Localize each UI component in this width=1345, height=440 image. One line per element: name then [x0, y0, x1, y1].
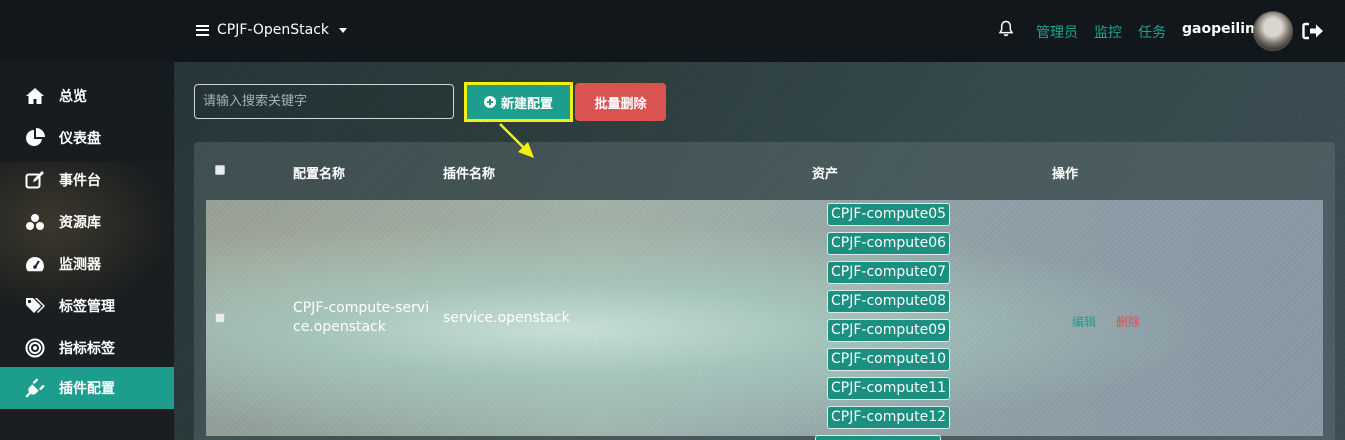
new-config-button[interactable]: 新建配置 — [464, 82, 573, 122]
sidebar-item-events[interactable]: 事件台 — [0, 159, 174, 201]
table-row: CPJF-compute-servi ce.openstack service.… — [206, 200, 1323, 436]
top-links: 管理员 监控 任务 — [1036, 22, 1166, 42]
annotation-arrow-icon — [499, 123, 534, 158]
sidebar-item-label: 资源库 — [59, 215, 101, 231]
project-name: CPJF-OpenStack — [217, 22, 329, 38]
config-table: 配置名称 插件名称 资产 操作 CPJF-compute-servi ce.op… — [194, 142, 1335, 440]
sidebar-item-label: 指标标签 — [59, 341, 115, 357]
select-all-checkbox[interactable] — [215, 165, 225, 175]
edit-icon — [25, 170, 45, 190]
sidebar-item-resources[interactable]: 资源库 — [0, 201, 174, 243]
logout-icon[interactable] — [1302, 22, 1324, 40]
home-icon — [25, 86, 45, 106]
config-name-line: CPJF-compute-servi — [293, 300, 430, 316]
asset-tag-list: CPJF-compute05 CPJF-compute06 CPJF-compu… — [827, 203, 951, 435]
asset-tag: CPJF-compute08 — [827, 290, 951, 313]
header-assets: 资产 — [812, 167, 839, 182]
header-config-name: 配置名称 — [293, 167, 346, 182]
sidebar-item-label: 事件台 — [59, 173, 101, 189]
cubes-icon — [25, 212, 45, 232]
sidebar-item-label: 插件配置 — [59, 381, 115, 397]
sidebar: 总览 仪表盘 事件台 资源库 监测器 标签管理 指标标签 插件配置 — [0, 62, 174, 440]
target-icon — [25, 338, 45, 358]
asset-tag: CPJF-compute09 — [827, 319, 951, 342]
tags-icon — [25, 296, 45, 316]
list-icon — [196, 24, 209, 36]
asset-tag: CPJF-compute07 — [827, 261, 951, 284]
main-content: 新建配置 批量删除 配置名称 插件名称 资产 操作 CPJF-compute-s… — [174, 62, 1345, 440]
row-checkbox[interactable] — [215, 313, 225, 323]
admin-link[interactable]: 管理员 — [1036, 22, 1078, 42]
sidebar-item-monitors[interactable]: 监测器 — [0, 243, 174, 285]
sidebar-item-overview[interactable]: 总览 — [0, 75, 174, 117]
username[interactable]: gaopeilin — [1182, 21, 1255, 37]
config-name-cell: CPJF-compute-servi ce.openstack — [293, 299, 429, 337]
asset-tag: CPJF-compute12 — [827, 406, 951, 429]
delete-link[interactable]: 删除 — [1116, 313, 1140, 330]
sidebar-item-tag-management[interactable]: 标签管理 — [0, 285, 174, 327]
task-link[interactable]: 任务 — [1138, 22, 1166, 42]
sidebar-item-label: 总览 — [59, 89, 87, 105]
caret-down-icon — [339, 27, 347, 33]
top-bar: CPJF-OpenStack 管理员 监控 任务 gaopeilin — [0, 0, 1345, 62]
pie-chart-icon — [25, 128, 45, 148]
plus-circle-icon — [483, 96, 496, 108]
sidebar-item-plugin-config[interactable]: 插件配置 — [0, 367, 174, 409]
next-row-tag-peek — [815, 435, 941, 440]
asset-tag: CPJF-compute10 — [827, 348, 951, 371]
sidebar-item-label: 监测器 — [59, 257, 101, 273]
edit-link[interactable]: 编辑 — [1072, 313, 1096, 330]
new-config-label: 新建配置 — [500, 96, 553, 112]
batch-delete-button[interactable]: 批量删除 — [575, 83, 666, 121]
asset-tag: CPJF-compute06 — [827, 232, 951, 255]
dashboard-icon — [25, 254, 45, 274]
asset-tag: CPJF-compute05 — [827, 203, 951, 226]
sidebar-item-dashboard[interactable]: 仪表盘 — [0, 117, 174, 159]
plug-icon — [25, 378, 45, 398]
monitor-link[interactable]: 监控 — [1094, 22, 1122, 42]
bell-icon[interactable] — [998, 20, 1014, 38]
header-actions: 操作 — [1052, 167, 1079, 182]
search-input[interactable] — [194, 84, 454, 119]
asset-tag: CPJF-compute11 — [827, 377, 951, 400]
avatar[interactable] — [1253, 11, 1293, 51]
sidebar-item-label: 仪表盘 — [59, 131, 101, 147]
plugin-name-cell: service.openstack — [443, 310, 570, 326]
sidebar-item-metric-tags[interactable]: 指标标签 — [0, 327, 174, 369]
config-name-line: ce.openstack — [293, 319, 386, 335]
header-plugin-name: 插件名称 — [443, 167, 496, 182]
sidebar-item-label: 标签管理 — [59, 299, 115, 315]
project-switcher[interactable]: CPJF-OpenStack — [196, 20, 347, 40]
